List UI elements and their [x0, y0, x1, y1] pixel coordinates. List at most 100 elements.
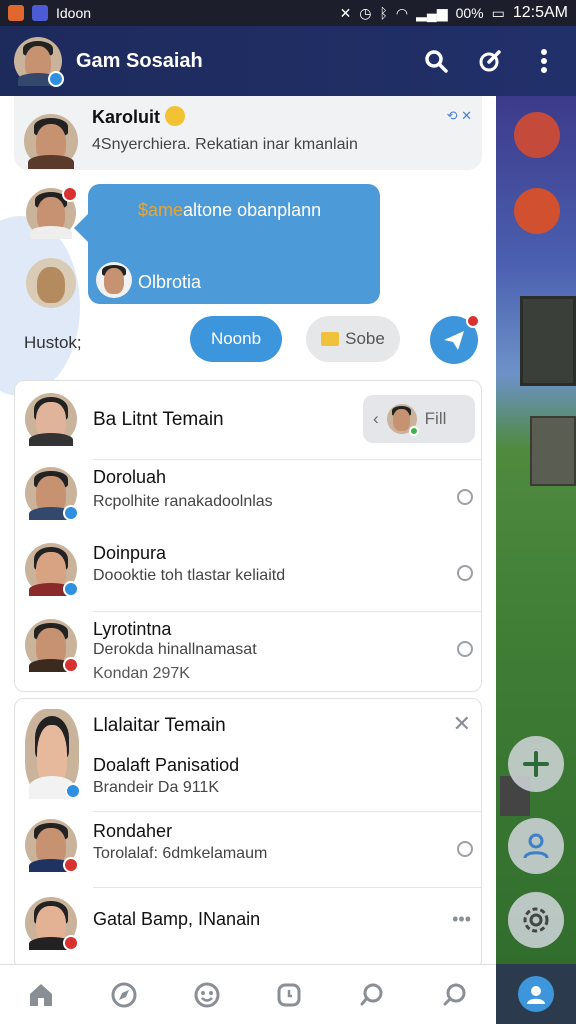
- game-character-icon[interactable]: [514, 112, 560, 158]
- emoji-icon: [194, 982, 220, 1007]
- list-item[interactable]: Rondaher Torolalaf: 6dmkelamaum: [15, 813, 481, 889]
- list-item-name: Doalaft Panisatiod: [93, 755, 240, 775]
- list-header: Ba Litnt Temain ‹ Fill: [15, 381, 481, 457]
- select-radio[interactable]: [457, 841, 473, 857]
- status-app-label: Idoon: [56, 5, 92, 21]
- more-icon[interactable]: •••: [452, 909, 471, 930]
- avatar: [25, 619, 79, 673]
- list-item-status: Rcpolhite ranakadoolnlas: [93, 493, 273, 510]
- page-title: Gam Sosaiah: [76, 49, 203, 72]
- list-item-meta: Kondan 297K: [93, 665, 190, 682]
- notification-title-text: Karoluit: [92, 107, 161, 127]
- person-icon: [523, 833, 549, 859]
- online-badge: [48, 71, 64, 87]
- search-button[interactable]: [422, 47, 450, 75]
- signal-icon: ▂▄▆: [416, 4, 448, 21]
- chat-message: Olbrotia: [138, 272, 202, 292]
- alarm-icon: ◷: [359, 4, 372, 21]
- list-item-name: Rondaher: [93, 821, 173, 841]
- chat-message-highlight: $ame: [138, 200, 184, 220]
- list-item[interactable]: Lyrotintna Derokda hinallnamasat Kondan …: [15, 613, 481, 693]
- notification-subtitle: 4Snyerchiera. Rekatian inar kmanlain: [92, 136, 358, 153]
- list-item-status: Derokda hinallnamasat: [93, 641, 257, 658]
- divider: [93, 887, 481, 888]
- edit-icon: [479, 50, 501, 72]
- app-notification-icon: [8, 5, 24, 21]
- clock-icon: [277, 983, 301, 1006]
- avatar: [25, 543, 79, 597]
- avatar[interactable]: [26, 186, 78, 239]
- close-icon[interactable]: ✕: [453, 711, 471, 737]
- list-item-name: Doinpura: [93, 543, 167, 563]
- search-icon: [425, 50, 448, 73]
- avatar: [25, 897, 79, 951]
- nav-emoji[interactable]: [191, 979, 223, 1011]
- divider: [93, 459, 481, 460]
- notification-card[interactable]: Karoluit 4Snyerchiera. Rekatian inar kma…: [14, 96, 482, 170]
- settings-button[interactable]: [508, 892, 564, 948]
- notification-title: Karoluit: [92, 106, 186, 128]
- send-icon: [444, 331, 464, 350]
- mute-icon: ✕: [339, 4, 352, 21]
- nav-messages[interactable]: [356, 979, 388, 1011]
- primary-action-button[interactable]: Noonb: [190, 316, 282, 362]
- fill-label: Fill: [424, 409, 447, 428]
- avatar[interactable]: [25, 393, 77, 447]
- game-character-icon[interactable]: [514, 188, 560, 234]
- add-button[interactable]: [508, 736, 564, 792]
- profile-icon: [518, 976, 554, 1012]
- quick-actions-label: Hustok;: [24, 333, 82, 352]
- wifi-icon: ◠: [395, 4, 409, 21]
- list-item[interactable]: Gatal Bamp, INanain •••: [15, 891, 481, 967]
- game-background: [496, 96, 576, 1024]
- secondary-action-button[interactable]: Sobe: [306, 316, 400, 362]
- avatar: [386, 404, 419, 436]
- list-item-name: Doroluah: [93, 467, 167, 487]
- notification-badge: [62, 186, 78, 202]
- secondary-action-label: Sobe: [345, 329, 385, 348]
- select-radio[interactable]: [457, 641, 473, 657]
- smile-emoji-icon: [165, 106, 186, 126]
- list-header: Llalaitar Temain ✕ Doalaft Panisatiod Br…: [15, 699, 481, 809]
- chat-message-text: altone obanplann: [183, 200, 322, 220]
- section-title: Llalaitar Temain: [93, 715, 226, 736]
- notification-close-icon[interactable]: ⟲ ✕: [447, 108, 472, 124]
- divider: [93, 811, 481, 812]
- friends-button[interactable]: [508, 818, 564, 874]
- chevron-left-icon: ‹: [373, 409, 379, 428]
- chat-bubble[interactable]: $amealtone obanplann Olbrotia: [74, 184, 380, 304]
- avatar[interactable]: [24, 114, 78, 170]
- more-button[interactable]: [530, 47, 558, 75]
- edit-button[interactable]: [476, 47, 504, 75]
- bluetooth-icon: ᛒ: [379, 5, 388, 21]
- nav-activity[interactable]: [273, 979, 305, 1011]
- list-item[interactable]: Doinpura Doooktie toh tlastar keliaitd: [15, 537, 481, 613]
- search-icon: [443, 983, 466, 1005]
- send-button[interactable]: [430, 314, 480, 364]
- fill-button[interactable]: ‹ Fill: [363, 395, 475, 443]
- select-radio[interactable]: [457, 489, 473, 505]
- chat-message: $amealtone obanplann: [138, 200, 321, 221]
- game-tower: [520, 296, 576, 386]
- avatar: [96, 262, 132, 298]
- gear-icon: [523, 907, 549, 933]
- home-icon: [30, 983, 53, 1006]
- avatar[interactable]: [25, 709, 81, 799]
- app-header: Gam Sosaiah: [0, 26, 576, 96]
- list-item-status: Torolalaf: 6dmkelamaum: [93, 845, 268, 862]
- section-title: Ba Litnt Temain: [93, 409, 224, 430]
- nav-profile[interactable]: [496, 964, 576, 1024]
- avatar[interactable]: [26, 258, 76, 308]
- status-bar: Idoon ✕ ◷ ᛒ ◠ ▂▄▆ 00% ▭ 12:5AM: [0, 0, 576, 26]
- select-radio[interactable]: [457, 565, 473, 581]
- avatar[interactable]: [14, 37, 64, 87]
- avatar: [25, 819, 79, 873]
- nav-search[interactable]: [439, 979, 471, 1011]
- nav-explore[interactable]: [108, 979, 140, 1011]
- nav-home[interactable]: [25, 979, 57, 1011]
- list-item[interactable]: Doroluah Rcpolhite ranakadoolnlas: [15, 461, 481, 537]
- divider: [93, 611, 481, 612]
- game-wall: [530, 416, 576, 486]
- list-item-status: Brandeir Da 911K: [93, 779, 219, 796]
- compass-icon: [111, 982, 137, 1007]
